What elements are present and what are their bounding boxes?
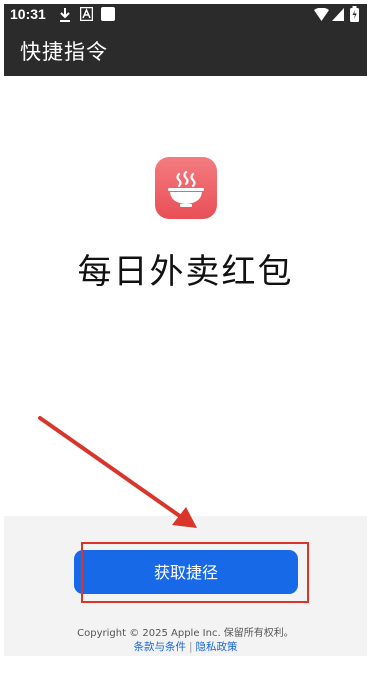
screen: 10:31 快捷指令 每日外卖红包 获取捷径 Copyright © 2025 … — [4, 4, 367, 679]
footer-separator: | — [188, 641, 193, 653]
privacy-link[interactable]: 隐私政策 — [196, 641, 238, 653]
terms-link[interactable]: 条款与条件 — [133, 641, 186, 653]
copyright-text: Copyright © 2025 Apple Inc. 保留所有权利。 — [77, 628, 294, 639]
footer-links: 条款与条件 | 隐私政策 — [4, 639, 367, 654]
annotation-arrow — [38, 416, 197, 528]
